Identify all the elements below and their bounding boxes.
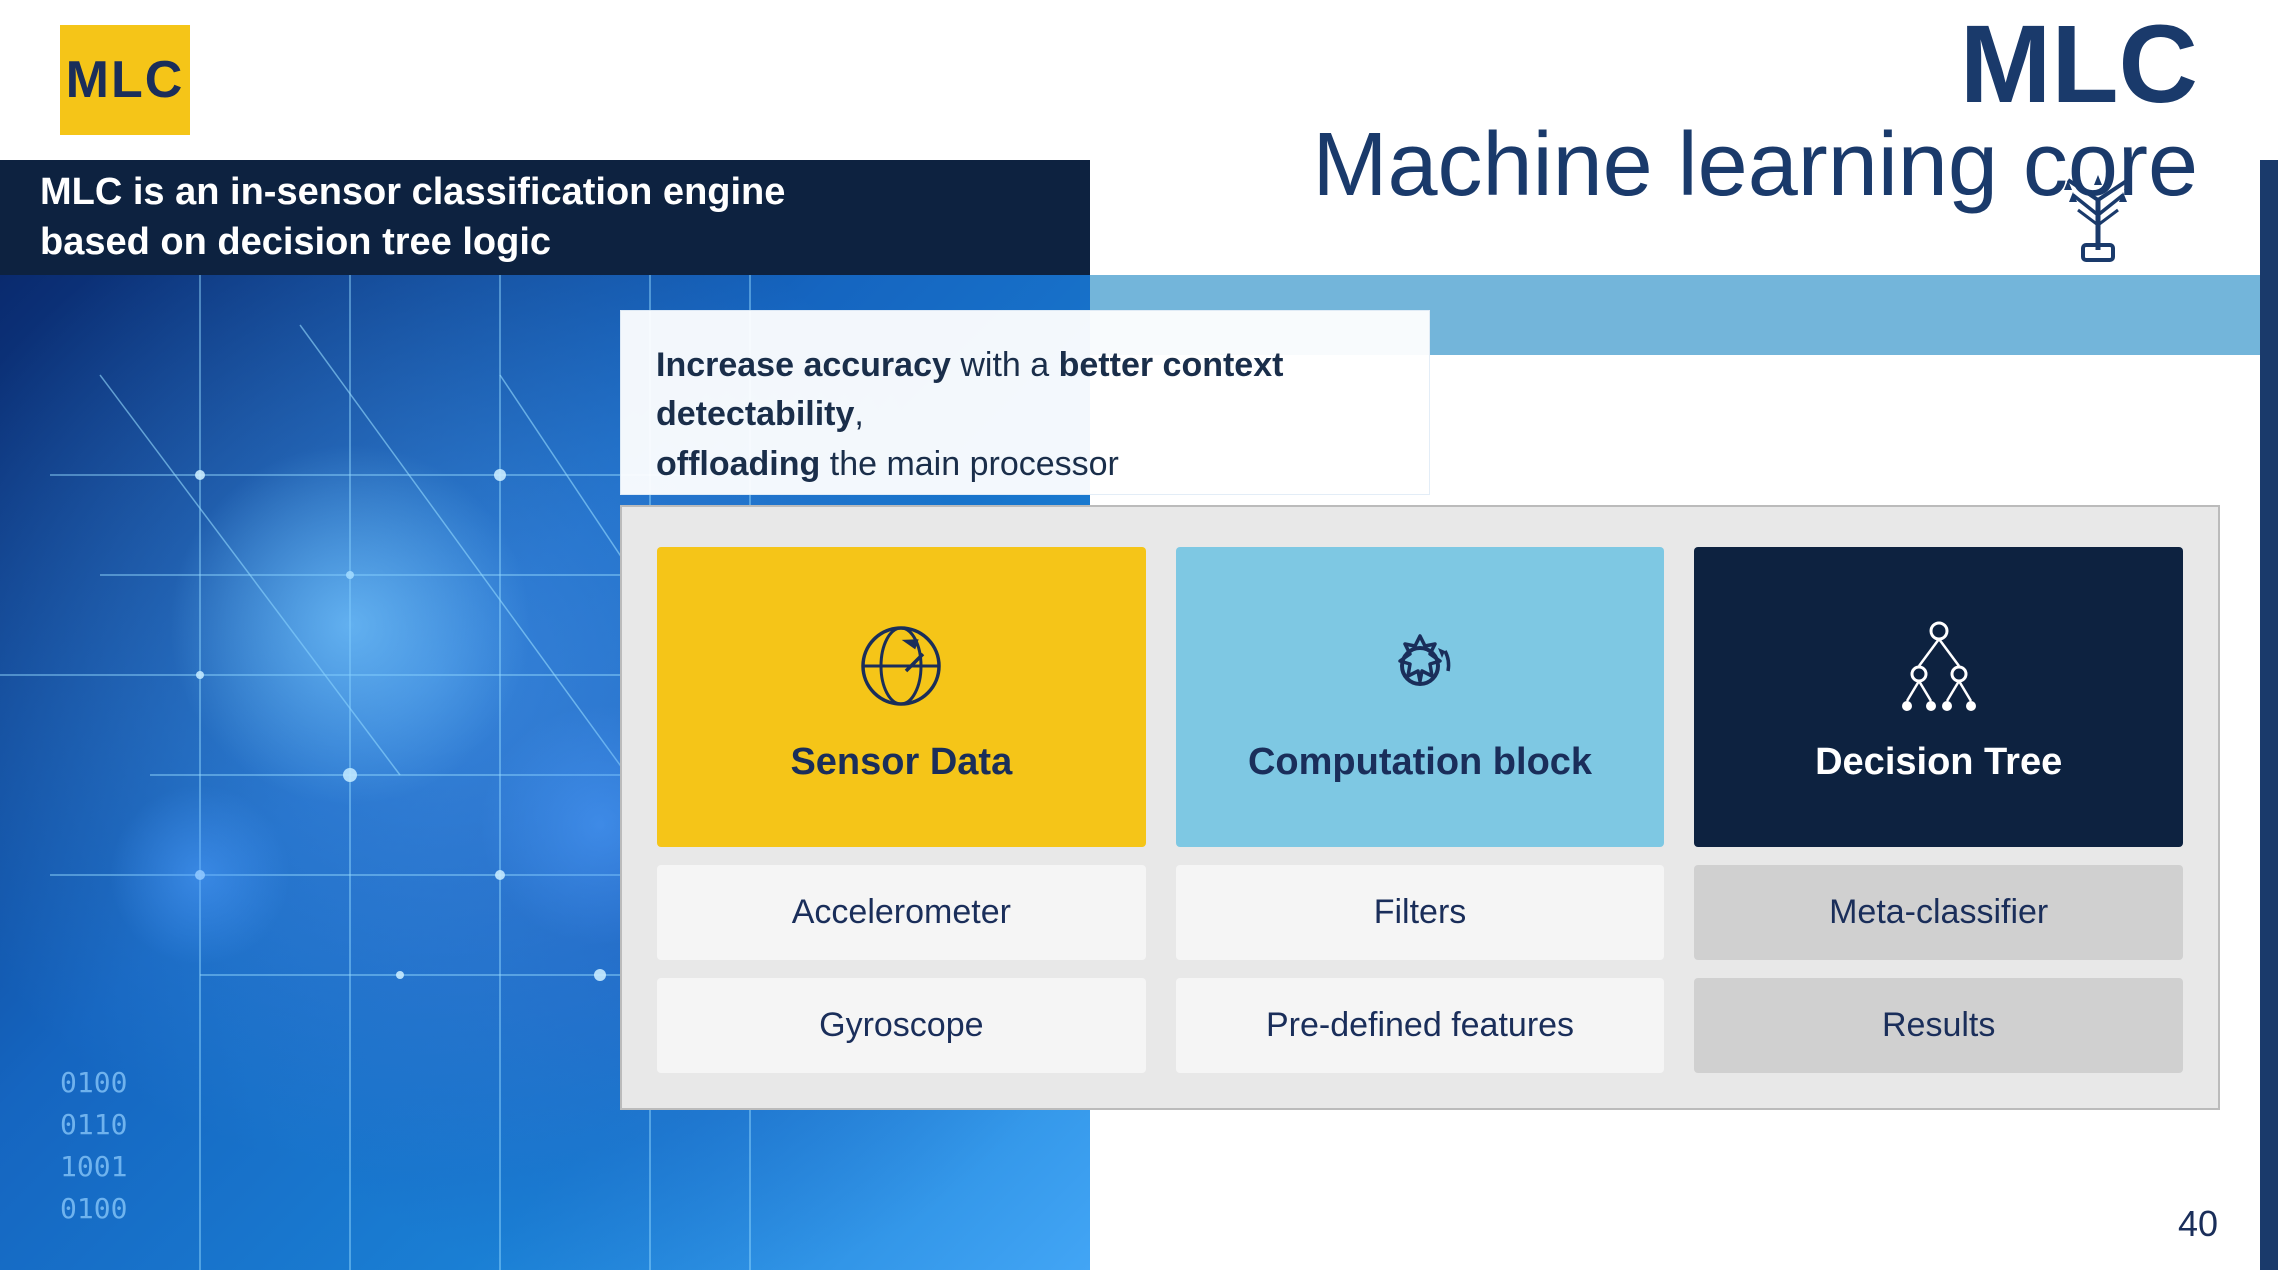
filters-label: Filters	[1374, 893, 1467, 932]
dark-banner: MLC is an in-sensor classification engin…	[0, 160, 1090, 275]
info-box: Increase accuracy with a better context …	[620, 310, 1430, 495]
cards-row: Sensor Data Accelerometer Gyroscope	[657, 547, 2183, 1073]
gyroscope-card: Gyroscope	[657, 978, 1146, 1073]
header-title-main: MLC	[1313, 10, 2199, 120]
gyroscope-label: Gyroscope	[819, 1006, 983, 1045]
predefined-label: Pre-defined features	[1266, 1006, 1574, 1045]
info-text-offloading: offloading	[656, 445, 820, 483]
info-box-text: Increase accuracy with a better context …	[656, 341, 1394, 489]
header: MLC MLC Machine learning core	[0, 0, 2278, 160]
dark-banner-text: MLC is an in-sensor classification engin…	[40, 168, 785, 267]
computation-col: Computation block Filters Pre-defined fe…	[1176, 547, 1665, 1073]
mlc-logo-box: MLC	[60, 25, 190, 135]
cards-container: Sensor Data Accelerometer Gyroscope	[620, 505, 2220, 1110]
accelerometer-card: Accelerometer	[657, 865, 1146, 960]
results-card: Results	[1694, 978, 2183, 1073]
predefined-card: Pre-defined features	[1176, 978, 1665, 1073]
decision-tree-card: Decision Tree	[1694, 547, 2183, 847]
sensor-icon	[846, 611, 956, 721]
binary-text: 0100 0110 1001 0100	[60, 1062, 127, 1230]
info-text-accuracy: Increase accuracy	[656, 346, 951, 384]
mlc-logo-text: MLC	[66, 50, 185, 110]
accelerometer-label: Accelerometer	[792, 893, 1011, 932]
right-accent-bar	[2260, 0, 2278, 1270]
meta-classifier-card: Meta-classifier	[1694, 865, 2183, 960]
computation-icon	[1365, 611, 1475, 721]
decision-tree-col: Decision Tree Meta-classifier Results	[1694, 547, 2183, 1073]
results-label: Results	[1882, 1006, 1995, 1045]
connector-icon-area	[2038, 165, 2158, 275]
computation-card: Computation block	[1176, 547, 1665, 847]
computation-label: Computation block	[1248, 741, 1592, 784]
filters-card: Filters	[1176, 865, 1665, 960]
decision-tree-icon	[1884, 611, 1994, 721]
decision-tree-label: Decision Tree	[1815, 741, 2062, 784]
page-number: 40	[2178, 1203, 2218, 1245]
sensor-data-col: Sensor Data Accelerometer Gyroscope	[657, 547, 1146, 1073]
sensor-data-card: Sensor Data	[657, 547, 1146, 847]
sensor-data-label: Sensor Data	[790, 741, 1012, 784]
meta-classifier-label: Meta-classifier	[1829, 893, 2048, 932]
